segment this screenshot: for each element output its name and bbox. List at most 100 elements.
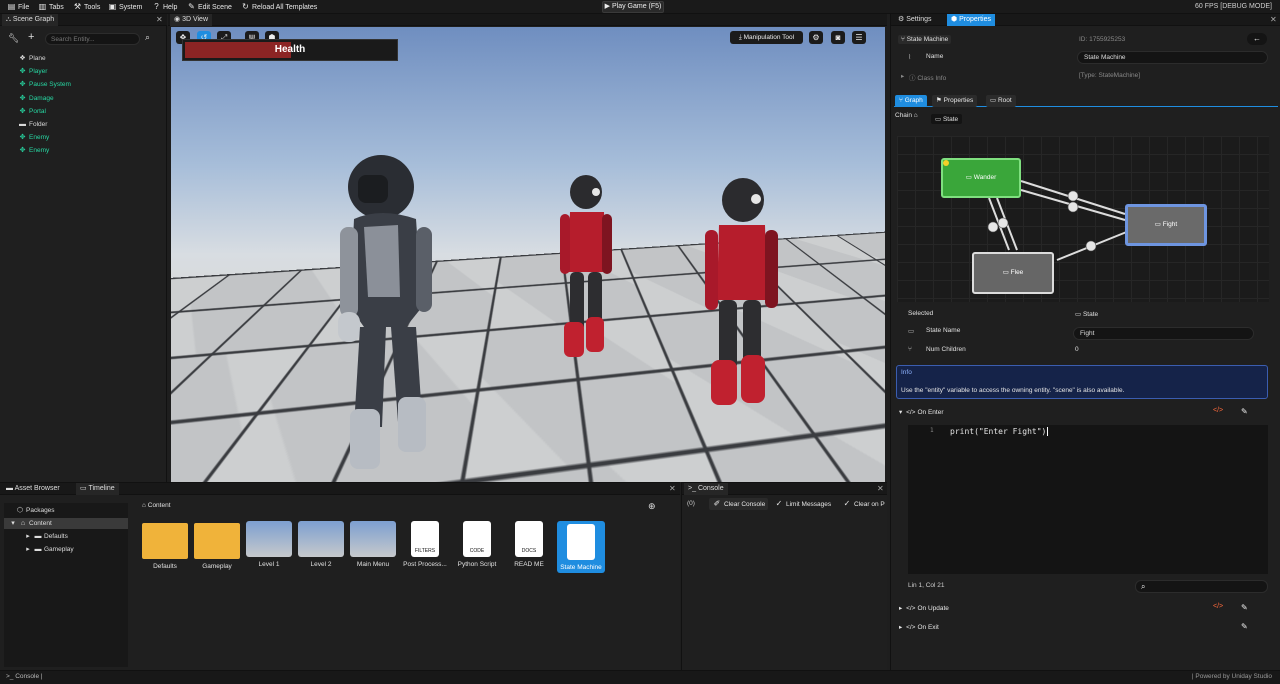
subtab-root[interactable]: ▭ Root xyxy=(986,95,1016,107)
arrow-left-icon: ← xyxy=(1253,34,1261,43)
asset-scene-level-1[interactable]: Level 1 xyxy=(245,521,293,568)
zoom-icon[interactable]: ⊕ xyxy=(648,501,656,512)
limit-messages-checkbox[interactable]: ✓ Limit Messages xyxy=(774,498,832,510)
edge-handle[interactable] xyxy=(997,217,1009,229)
scene-item-damage[interactable]: ✥ Damage xyxy=(18,93,54,104)
tab-asset-browser[interactable]: ▬ Asset Browser xyxy=(2,483,64,495)
clear-console-button[interactable]: ✐ Clear Console xyxy=(709,498,769,510)
menu-reload-templates[interactable]: ↻ Reload All Templates xyxy=(241,2,317,12)
tab-properties[interactable]: ⬢ Properties xyxy=(947,14,995,26)
chain-item-state[interactable]: ▭ State xyxy=(931,114,963,124)
broom-icon: ✐ xyxy=(713,499,721,508)
close-icon[interactable]: ✕ xyxy=(669,483,676,495)
tab-scene-graph[interactable]: ⛬ Scene Graph xyxy=(2,14,59,26)
tree-item-gameplay[interactable]: ▸ ▬ Gameplay xyxy=(24,544,73,555)
graph-node-fight[interactable]: ▭ Fight xyxy=(1125,204,1207,246)
asset-browser-panel: ▬ Asset Browser ▭ Timeline ✕ ⬡ Packages ▾… xyxy=(0,482,680,670)
component-label[interactable]: ⑂ State Machine xyxy=(898,35,952,44)
edit-icon[interactable]: ✎ xyxy=(1241,622,1248,631)
db-icon: ▭ xyxy=(935,116,942,123)
menu-help[interactable]: ? Help xyxy=(152,2,177,12)
scene-item-folder[interactable]: ▬ Folder xyxy=(18,119,47,130)
play-game-button[interactable]: ▶ Play Game (F5) xyxy=(602,1,664,13)
close-icon[interactable]: ✕ xyxy=(156,14,163,26)
tree-item-defaults[interactable]: ▸ ▬ Defaults xyxy=(24,531,68,542)
viewport-canvas[interactable]: ✥ ↺ ⤢ ⋓ ⬢ Health ⤓ Manipulation Tool ⚙ ◙… xyxy=(171,27,885,482)
edge-handle[interactable] xyxy=(1067,201,1079,213)
asset-scene-level-2[interactable]: Level 2 xyxy=(297,521,345,568)
code-icon: </> xyxy=(906,409,916,416)
code-icon[interactable]: </> xyxy=(1213,603,1223,610)
clear-on-play-checkbox[interactable]: ✓ Clear on P xyxy=(842,498,885,510)
section-on-enter[interactable]: ▾ </> On Enter xyxy=(899,407,944,419)
scene-item-enemy[interactable]: ✥ Enemy xyxy=(18,145,50,156)
download-icon: ⤓ xyxy=(738,34,742,41)
menu-tools[interactable]: ⚒ Tools xyxy=(73,2,100,12)
scene-item-enemy[interactable]: ✥ Enemy xyxy=(18,132,50,143)
graph-node-wander[interactable]: ▭ Wander xyxy=(941,158,1021,198)
edge-handle[interactable] xyxy=(1085,240,1097,252)
asset-post-process[interactable]: FILTERS Post Process... xyxy=(401,521,449,568)
folder-icon: ▬ xyxy=(6,485,13,492)
asset-state-machine[interactable]: State Machine xyxy=(557,521,605,573)
asset-folder-defaults[interactable]: Defaults xyxy=(141,521,189,570)
edge-handle[interactable] xyxy=(1067,190,1079,202)
view-options-button[interactable]: ☰ xyxy=(852,31,866,44)
tab-console[interactable]: >_ Console xyxy=(684,483,728,495)
breadcrumb[interactable]: ⌂ Content xyxy=(142,502,171,509)
screenshot-button[interactable]: ◙ xyxy=(831,31,845,44)
scene-graph-tabbar: ⛬ Scene Graph ✕ xyxy=(0,14,167,26)
menu-system[interactable]: ▣ System xyxy=(108,2,143,12)
state-graph-canvas[interactable]: ▭ Wander ▭ Fight ▭ Flee xyxy=(897,136,1269,302)
edit-icon[interactable]: ✎ xyxy=(1241,603,1248,612)
chain-label: Chain ⌂ xyxy=(895,112,918,119)
manipulation-tool-button[interactable]: ⤓ Manipulation Tool xyxy=(730,31,803,44)
health-bar: Health xyxy=(182,39,398,61)
asset-python-script[interactable]: CODE Python Script xyxy=(453,521,501,568)
graph-node-flee[interactable]: ▭ Flee xyxy=(972,252,1054,294)
scene-thumbnail xyxy=(350,521,396,557)
code-search-input[interactable]: ⌕ xyxy=(1135,580,1268,593)
asset-scene-main-menu[interactable]: Main Menu xyxy=(349,521,397,568)
section-on-update[interactable]: ▸ </> On Update xyxy=(899,603,949,615)
section-on-exit[interactable]: ▸ </> On Exit xyxy=(899,622,939,634)
asset-folder-gameplay[interactable]: Gameplay xyxy=(193,521,241,570)
scene-item-player[interactable]: ✥ Player xyxy=(18,66,48,77)
gizmo-settings-button[interactable]: ⚙ xyxy=(809,31,823,44)
close-icon[interactable]: ✕ xyxy=(877,483,884,495)
status-console-button[interactable]: >_ Console | xyxy=(6,673,43,680)
back-button[interactable]: ← xyxy=(1247,33,1267,45)
subtab-properties[interactable]: ⚑ Properties xyxy=(932,95,978,107)
db-icon: ▭ xyxy=(965,174,972,181)
menu-tabs[interactable]: ▥ Tabs xyxy=(38,2,64,12)
tab-3d-view[interactable]: ◉ 3D View xyxy=(170,14,213,26)
wrench-icon[interactable]: 🔧︎ xyxy=(8,33,19,44)
subtab-graph[interactable]: ⑂ Graph xyxy=(895,95,927,107)
scene-item-portal[interactable]: ✥ Portal xyxy=(18,106,46,117)
chevron-right-icon[interactable]: ▸ xyxy=(901,72,904,80)
scene-item-pause-system[interactable]: ✥ Pause System xyxy=(18,79,71,90)
close-icon[interactable]: ✕ xyxy=(1270,14,1277,26)
edge-handle[interactable] xyxy=(987,221,999,233)
name-field[interactable]: State Machine xyxy=(1077,51,1268,64)
menu-file[interactable]: ▤ File xyxy=(7,2,30,12)
chevron-right-icon: ▸ xyxy=(899,624,903,631)
tree-item-packages[interactable]: ⬡ Packages xyxy=(16,505,55,516)
code-editor[interactable]: 1 print("Enter Fight") xyxy=(908,425,1268,574)
tools-icon: ⚒ xyxy=(73,2,82,11)
tree-item-content[interactable]: ▾ ⌂ Content xyxy=(4,518,128,529)
entry-marker-icon xyxy=(943,160,949,166)
tab-timeline[interactable]: ▭ Timeline xyxy=(76,483,119,495)
search-icon[interactable]: ⌕ xyxy=(145,32,150,43)
class-info-label[interactable]: ⓘ Class Info xyxy=(909,72,946,82)
tab-settings[interactable]: ⚙ Settings xyxy=(894,14,936,26)
asset-read-me[interactable]: DOCS READ ME xyxy=(505,521,553,568)
scene-item-plane[interactable]: ❖ Plane xyxy=(18,53,45,64)
entity-search-input[interactable] xyxy=(45,33,140,45)
camera-icon: ◙ xyxy=(835,33,841,42)
add-entity-button[interactable]: + xyxy=(28,31,34,43)
menu-edit-scene[interactable]: ✎ Edit Scene xyxy=(187,2,232,12)
code-icon[interactable]: </> xyxy=(1213,407,1223,414)
state-name-field[interactable]: Fight xyxy=(1073,327,1254,340)
edit-icon[interactable]: ✎ xyxy=(1241,407,1248,416)
